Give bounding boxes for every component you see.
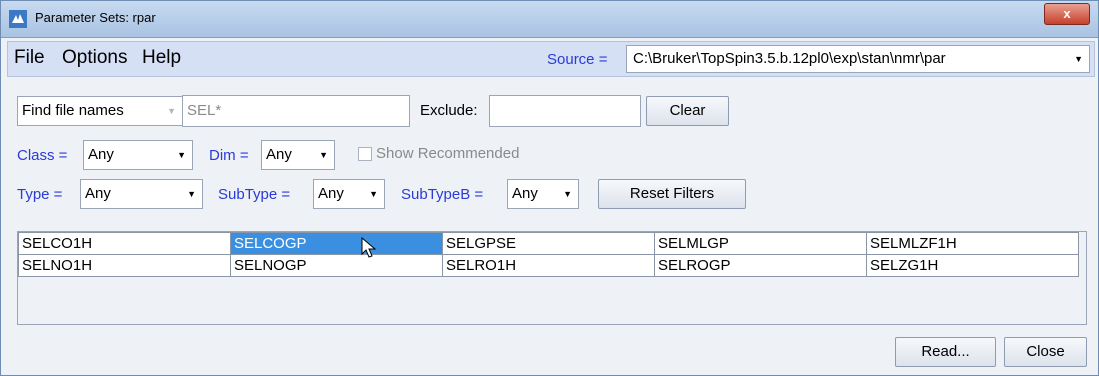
dim-dropdown[interactable]: Any ▼	[261, 140, 335, 170]
table-row: SELCO1H SELCOGP SELGPSE SELMLGP SELMLZF1…	[18, 232, 1079, 255]
exclude-label: Exclude:	[420, 102, 478, 119]
result-cell[interactable]: SELNOGP	[230, 254, 443, 277]
parameter-sets-window: Parameter Sets: rpar x File Options Help…	[0, 0, 1099, 376]
window-title: Parameter Sets: rpar	[35, 10, 156, 25]
type-dropdown[interactable]: Any ▼	[80, 179, 203, 209]
source-label: Source =	[547, 51, 608, 68]
result-cell[interactable]: SELCO1H	[18, 232, 231, 255]
table-row: SELNO1H SELNOGP SELRO1H SELROGP SELZG1H	[18, 254, 1079, 277]
menu-file[interactable]: File	[14, 47, 45, 69]
read-button[interactable]: Read...	[895, 337, 996, 367]
result-cell[interactable]: SELROGP	[654, 254, 867, 277]
result-cell[interactable]: SELMLZF1H	[866, 232, 1079, 255]
subtypeb-value: Any	[512, 185, 538, 202]
result-cell-selected[interactable]: SELCOGP	[230, 232, 443, 255]
chevron-down-icon: ▼	[563, 189, 572, 199]
subtypeb-dropdown[interactable]: Any ▼	[507, 179, 579, 209]
class-dropdown[interactable]: Any ▼	[83, 140, 193, 170]
search-pattern-value: SEL*	[187, 102, 222, 119]
dim-value: Any	[266, 146, 292, 163]
show-recommended-label: Show Recommended	[376, 145, 520, 162]
type-label: Type =	[17, 186, 63, 203]
window-close-button[interactable]: x	[1044, 3, 1090, 25]
class-value: Any	[88, 146, 114, 163]
chevron-down-icon: ▼	[369, 189, 378, 199]
search-pattern-input[interactable]: SEL*	[182, 95, 410, 127]
topspin-app-icon	[9, 10, 27, 28]
subtype-value: Any	[318, 185, 344, 202]
source-dropdown[interactable]: C:\Bruker\TopSpin3.5.b.12pl0\exp\stan\nm…	[626, 45, 1090, 73]
close-button[interactable]: Close	[1004, 337, 1087, 367]
result-cell[interactable]: SELRO1H	[442, 254, 655, 277]
chevron-down-icon: ▼	[187, 189, 196, 199]
results-grid: SELCO1H SELCOGP SELGPSE SELMLGP SELMLZF1…	[18, 232, 1079, 277]
clear-button[interactable]: Clear	[646, 96, 729, 126]
result-cell[interactable]: SELGPSE	[442, 232, 655, 255]
class-label: Class =	[17, 147, 68, 164]
chevron-down-icon: ▼	[319, 150, 328, 160]
subtypeb-label: SubTypeB =	[401, 186, 484, 203]
show-recommended-checkbox[interactable]	[358, 147, 372, 161]
chevron-down-icon: ▼	[177, 150, 186, 160]
menu-options[interactable]: Options	[62, 47, 127, 69]
chevron-down-icon: ▼	[1074, 54, 1083, 64]
type-value: Any	[85, 185, 111, 202]
dim-label: Dim =	[209, 147, 249, 164]
exclude-input[interactable]	[489, 95, 641, 127]
result-cell[interactable]: SELZG1H	[866, 254, 1079, 277]
reset-filters-button[interactable]: Reset Filters	[598, 179, 746, 209]
title-bar: Parameter Sets: rpar x	[1, 1, 1098, 38]
results-table: SELCO1H SELCOGP SELGPSE SELMLGP SELMLZF1…	[17, 231, 1087, 325]
source-value: C:\Bruker\TopSpin3.5.b.12pl0\exp\stan\nm…	[633, 50, 946, 67]
search-mode-dropdown[interactable]: Find file names ▼	[17, 96, 183, 126]
result-cell[interactable]: SELNO1H	[18, 254, 231, 277]
search-mode-value: Find file names	[22, 102, 124, 119]
mouse-cursor-icon	[361, 237, 377, 258]
menu-help[interactable]: Help	[142, 47, 181, 69]
result-cell[interactable]: SELMLGP	[654, 232, 867, 255]
subtype-label: SubType =	[218, 186, 291, 203]
menu-bar: File Options Help Source = C:\Bruker\Top…	[7, 41, 1095, 77]
chevron-down-icon: ▼	[167, 106, 176, 116]
subtype-dropdown[interactable]: Any ▼	[313, 179, 385, 209]
